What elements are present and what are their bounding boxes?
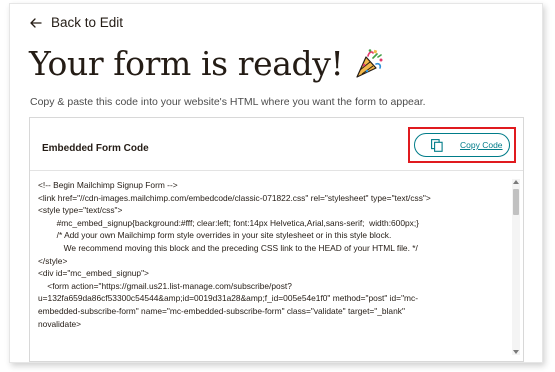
- scrollbar-thumb[interactable]: [513, 189, 519, 215]
- code-line: <link href="//cdn-images.mailchimp.com/e…: [38, 192, 431, 203]
- code-line: </style>: [38, 255, 68, 266]
- embed-code-text: <!-- Begin Mailchimp Signup Form --> <li…: [38, 179, 508, 330]
- copy-code-button[interactable]: Copy Code: [414, 133, 510, 157]
- code-line: <div id="mc_embed_signup">: [38, 268, 149, 279]
- form-ready-panel: Back to Edit Your form is ready! Copy & …: [9, 3, 543, 363]
- copy-code-label: Copy Code: [460, 140, 503, 150]
- code-line: <style type="text/css">: [38, 205, 123, 216]
- code-panel-label: Embedded Form Code: [42, 143, 149, 154]
- scroll-up-arrow-icon[interactable]: [513, 180, 519, 184]
- copy-button-highlight: Copy Code: [408, 127, 516, 163]
- arrow-left-icon: [30, 17, 42, 28]
- code-line: <!-- Begin Mailchimp Signup Form -->: [38, 180, 178, 190]
- copy-icon: [431, 139, 443, 152]
- code-line: /* Add your own Mailchimp form style ove…: [38, 230, 392, 241]
- embedded-code-panel: Embedded Form Code Copy Code <!-- Begin …: [29, 117, 524, 362]
- code-line: embedded-subscribe-form" name="mc-embedd…: [38, 305, 405, 316]
- page-subtitle: Copy & paste this code into your website…: [30, 96, 426, 108]
- back-to-edit-label: Back to Edit: [51, 15, 124, 30]
- scroll-down-arrow-icon[interactable]: [513, 350, 519, 354]
- code-scrollbar[interactable]: [512, 179, 520, 355]
- code-line: u=132fa659da86cf53300c54544&amp;id=0019d…: [38, 293, 418, 304]
- party-popper-icon: [356, 48, 383, 78]
- code-line: #mc_embed_signup{background:#fff; clear:…: [38, 217, 419, 228]
- back-to-edit-link[interactable]: Back to Edit: [30, 15, 123, 30]
- code-line: novalidate>: [38, 318, 82, 329]
- code-textarea[interactable]: <!-- Begin Mailchimp Signup Form --> <li…: [30, 171, 523, 361]
- code-line: We recommend moving this block and the p…: [38, 242, 418, 253]
- code-panel-header: Embedded Form Code Copy Code: [30, 118, 523, 171]
- code-line: <form action="https://gmail.us21.list-ma…: [38, 280, 292, 291]
- page-title: Your form is ready!: [29, 44, 344, 83]
- page-title-row: Your form is ready!: [29, 44, 385, 83]
